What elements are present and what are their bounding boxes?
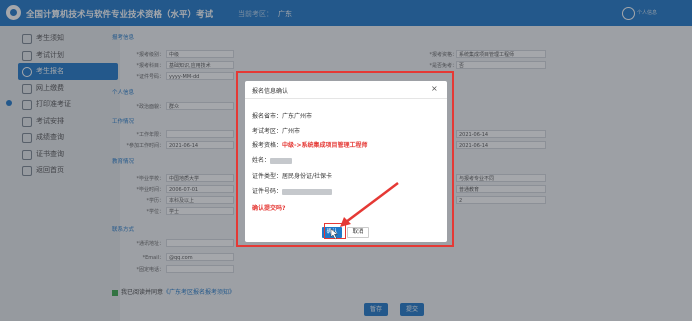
annotation-arrow — [330, 182, 399, 240]
cursor-icon — [330, 228, 339, 240]
arrow-shaft — [345, 182, 399, 223]
